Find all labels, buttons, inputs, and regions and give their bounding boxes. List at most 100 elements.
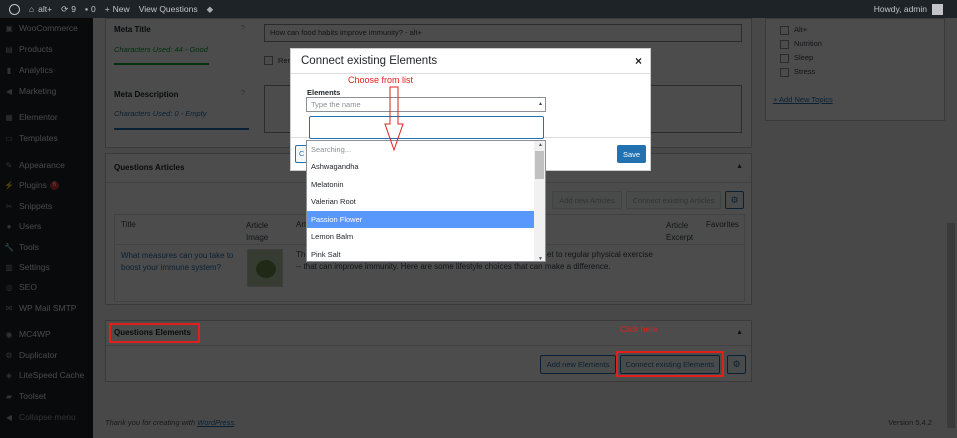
diamond-icon[interactable]: ◆: [207, 4, 214, 15]
gear-icon[interactable]: ⚙: [725, 191, 744, 209]
annotation-box-questions-elements: [109, 323, 200, 343]
account-menu[interactable]: Howdy, admin: [874, 3, 943, 15]
page-scrollbar[interactable]: [945, 18, 957, 438]
plus-icon: +: [104, 4, 110, 14]
sidebar-item-wp-mail-smtp[interactable]: ✉ WP Mail SMTP: [0, 303, 93, 313]
comments-link[interactable]: ▪ 0: [85, 4, 96, 14]
sidebar-item-settings[interactable]: ▥ Settings: [0, 262, 93, 272]
topic-item[interactable]: Alt+: [780, 25, 807, 35]
wordpress-link[interactable]: WordPress: [197, 418, 234, 427]
sidebar-item-plugins[interactable]: ⚡ Plugins 6: [0, 180, 93, 190]
sidebar-item-elementor[interactable]: ▦ Elementor: [0, 112, 93, 122]
sidebar-item-snippets[interactable]: ✂ Snippets: [0, 201, 93, 211]
collapse-toggle-icon[interactable]: ▲: [736, 163, 743, 170]
annotation-choose-from-list: Choose from list: [348, 75, 414, 85]
sidebar-item-woocommerce[interactable]: ▣ WooCommerce: [0, 23, 93, 33]
page-scrollbar-thumb[interactable]: [947, 223, 955, 428]
sidebar-item-products[interactable]: ▤ Products: [0, 44, 93, 54]
plugins-icon: ⚡: [4, 180, 14, 190]
topics-box: Alt+ Nutrition Sleep Stress + Add New To…: [765, 18, 945, 121]
add-new-articles-button[interactable]: Add new Articles: [552, 191, 622, 209]
help-icon[interactable]: ?: [241, 90, 245, 97]
article-row-title-link[interactable]: What measures can you take to boost your…: [121, 250, 241, 274]
list-item[interactable]: Pink Salt: [307, 246, 535, 261]
topic-item[interactable]: Stress: [780, 67, 815, 77]
meta-title-input[interactable]: How can food habits improve immunity? - …: [264, 24, 742, 42]
topic-item[interactable]: Nutrition: [780, 39, 822, 49]
products-icon: ▤: [5, 44, 13, 54]
scroll-up-icon[interactable]: ▲: [538, 142, 543, 148]
list-item[interactable]: Melatonin: [307, 176, 535, 193]
footer-version: Version 5.4.2: [888, 418, 932, 427]
comments-count: 0: [90, 4, 96, 14]
elements-select-box[interactable]: Type the name ▴: [306, 97, 546, 112]
analytics-icon: ▮: [6, 65, 12, 75]
wordpress-logo-icon[interactable]: [9, 3, 20, 15]
updates-count: 9: [71, 4, 76, 14]
elements-search-input[interactable]: [309, 116, 544, 139]
connect-existing-articles-button[interactable]: Connect existing Articles: [626, 191, 721, 209]
sidebar-item-marketing[interactable]: ◀ Marketing: [0, 86, 93, 96]
admin-bar: ⌂ alt+ ⟳ 9 ▪ 0 + New View Questions ◆ Ho…: [0, 0, 957, 18]
topic-checkbox[interactable]: [780, 53, 789, 63]
add-new-topics-link[interactable]: + Add New Topics: [773, 95, 833, 104]
sidebar-item-analytics[interactable]: ▮ Analytics: [0, 65, 93, 75]
close-icon[interactable]: ×: [635, 54, 642, 68]
annotation-box-connect-button: [616, 351, 724, 377]
column-header-title: Title: [121, 220, 136, 229]
list-item[interactable]: Ashwagandha: [307, 158, 535, 175]
column-header-article-image: Article Image: [246, 221, 269, 242]
sidebar-item-mc4wp[interactable]: ◉ MC4WP: [0, 329, 93, 339]
topic-checkbox[interactable]: [780, 25, 789, 35]
sidebar-item-label: WooCommerce: [19, 23, 78, 33]
sidebar-item-templates[interactable]: ▭ Templates: [0, 133, 93, 143]
modal-title: Connect existing Elements: [301, 55, 438, 67]
list-item[interactable]: Lemon Balm: [307, 228, 535, 245]
sidebar-item-label: Products: [19, 44, 53, 54]
collapse-menu-button[interactable]: ◀ Collapse menu: [0, 412, 93, 422]
sidebar-item-appearance[interactable]: ✎ Appearance: [0, 160, 93, 170]
sidebar-item-tools[interactable]: 🔧 Tools: [0, 242, 93, 252]
save-button[interactable]: Save: [617, 145, 646, 163]
sidebar-item-seo[interactable]: ◎ SEO: [0, 282, 93, 292]
sidebar-item-label: WP Mail SMTP: [19, 303, 77, 313]
sidebar-item-users[interactable]: ● Users: [0, 221, 93, 231]
elements-field-label: Elements: [307, 88, 341, 97]
help-icon[interactable]: ?: [241, 25, 245, 32]
seo-icon: ◎: [5, 282, 13, 292]
comments-icon: ▪: [84, 4, 88, 14]
footer-thanks-period: .: [234, 418, 237, 427]
topic-label: Sleep: [794, 53, 814, 62]
sidebar-item-label: Templates: [19, 133, 58, 143]
site-name-link[interactable]: ⌂ alt+: [29, 4, 52, 14]
topic-checkbox[interactable]: [780, 67, 789, 77]
topic-checkbox[interactable]: [780, 39, 789, 49]
updates-link[interactable]: ⟳ 9: [61, 4, 76, 15]
sidebar-item-duplicator[interactable]: ⚙ Duplicator: [0, 350, 93, 360]
view-questions-link[interactable]: View Questions: [139, 4, 198, 14]
sidebar-item-label: Tools: [19, 242, 39, 252]
sidebar-item-toolset[interactable]: ▰ Toolset: [0, 391, 93, 401]
annotation-arrow-down-icon: [384, 86, 404, 152]
list-item[interactable]: Valerian Root: [307, 193, 535, 210]
remove-checkbox[interactable]: [264, 56, 273, 66]
list-item-selected[interactable]: Passion Flower: [307, 211, 535, 228]
sidebar-item-litespeed-cache[interactable]: ◈ LiteSpeed Cache: [0, 370, 93, 380]
options-scrollbar-thumb[interactable]: [535, 151, 544, 179]
collapse-toggle-icon[interactable]: ▲: [736, 329, 743, 336]
meta-description-label: Meta Description: [114, 90, 179, 99]
options-scrollbar[interactable]: ▲ ▼: [534, 141, 545, 261]
sidebar-item-label: Collapse menu: [19, 412, 76, 422]
gear-icon[interactable]: ⚙: [727, 355, 746, 374]
excerpt-fragment-end: et to regular physical exercise: [547, 250, 653, 259]
new-content-link[interactable]: + New: [105, 4, 130, 14]
new-label: New: [112, 4, 130, 14]
sidebar-item-label: Marketing: [19, 86, 57, 96]
add-new-elements-button[interactable]: Add new Elements: [540, 355, 616, 374]
scroll-down-icon[interactable]: ▼: [538, 256, 543, 261]
sidebar-item-label: Appearance: [19, 160, 65, 170]
marketing-icon: ◀: [5, 86, 13, 96]
home-icon: ⌂: [29, 4, 35, 14]
annotation-click-here: Click here: [620, 324, 658, 334]
topic-item[interactable]: Sleep: [780, 53, 813, 63]
